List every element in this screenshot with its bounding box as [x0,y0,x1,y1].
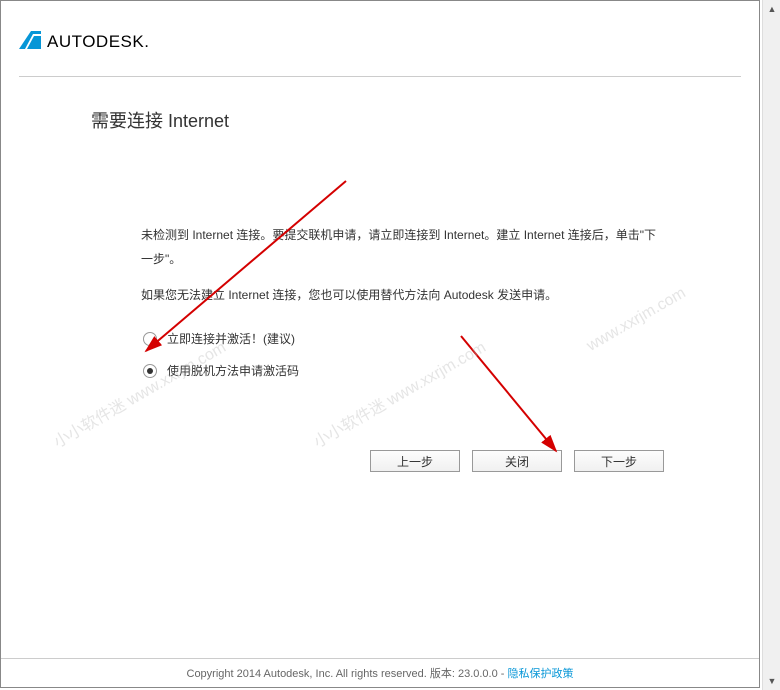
option-label: 使用脱机方法申请激活码 [167,359,299,383]
option-label: 立即连接并激活！(建议) [167,327,295,351]
options-group: 立即连接并激活！(建议) 使用脱机方法申请激活码 [141,327,661,383]
option-offline-activation[interactable]: 使用脱机方法申请激活码 [143,359,661,383]
header-divider [19,76,741,77]
scroll-up-icon[interactable]: ▲ [763,0,780,18]
radio-icon[interactable] [143,332,157,346]
copyright-text: Copyright 2014 Autodesk, Inc. All rights… [187,668,508,680]
close-button[interactable]: 关闭 [472,450,562,472]
scrollbar[interactable]: ▲ ▼ [762,0,780,690]
brand-name: AUTODESK. [47,32,149,52]
option-connect-now[interactable]: 立即连接并激活！(建议) [143,327,661,351]
scroll-down-icon[interactable]: ▼ [763,672,780,690]
header: AUTODESK. [1,1,759,62]
paragraph-2: 如果您无法建立 Internet 连接，您也可以使用替代方法向 Autodesk… [141,283,661,307]
privacy-link[interactable]: 隐私保护政策 [508,668,574,680]
next-button[interactable]: 下一步 [574,450,664,472]
paragraph-1: 未检测到 Internet 连接。要提交联机申请，请立即连接到 Internet… [141,223,661,271]
back-button[interactable]: 上一步 [370,450,460,472]
autodesk-logo-icon [19,31,41,52]
radio-icon[interactable] [143,364,157,378]
footer: Copyright 2014 Autodesk, Inc. All rights… [1,658,759,681]
page-title: 需要连接 Internet [91,107,759,133]
content-area: 未检测到 Internet 连接。要提交联机申请，请立即连接到 Internet… [141,223,661,383]
button-row: 上一步 关闭 下一步 [370,450,664,472]
